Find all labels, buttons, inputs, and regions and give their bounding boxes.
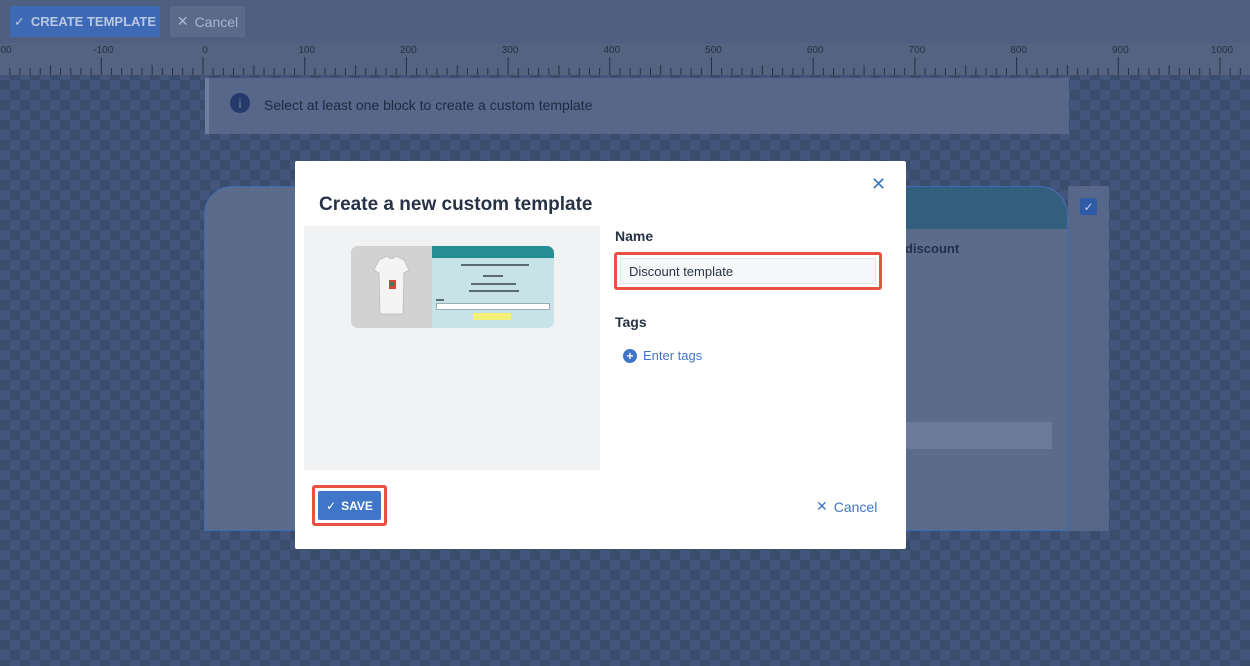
create-template-label: CREATE TEMPLATE — [30, 14, 157, 29]
ruler-label: 400 — [603, 45, 621, 56]
ruler-ticks — [9, 57, 1241, 75]
close-icon: ✕ — [176, 13, 189, 29]
canvas-input-block — [905, 422, 1052, 449]
ruler-label: 300 — [501, 45, 519, 56]
template-preview — [304, 226, 600, 470]
plus-circle-icon: + — [623, 348, 637, 363]
create-template-modal: Create a new custom template ✕ Name Disc… — [295, 161, 906, 549]
create-template-button[interactable]: ✓ CREATE TEMPLATE — [10, 6, 160, 37]
toolbar-cancel-label: Cancel — [194, 13, 239, 30]
ruler-label: 1000 — [1210, 45, 1234, 56]
close-icon[interactable]: ✕ — [871, 174, 886, 195]
close-icon: ✕ — [816, 498, 828, 514]
top-toolbar: ✓ CREATE TEMPLATE ✕ Cancel — [0, 0, 1250, 43]
name-field-highlight — [614, 252, 882, 290]
thumbnail-text-line — [436, 299, 444, 301]
ruler-label: 600 — [806, 45, 824, 56]
enter-tags-label: Enter tags — [643, 348, 703, 363]
save-button-highlight: ✓ SAVE — [312, 485, 387, 526]
save-button[interactable]: ✓ SAVE — [318, 491, 381, 520]
cancel-label: Cancel — [833, 498, 878, 515]
thumbnail-text-line — [461, 264, 529, 266]
thumbnail-button — [473, 313, 511, 320]
thumbnail-image-area — [351, 246, 432, 328]
ruler-label: 500 — [705, 45, 722, 56]
ruler-label: 200 — [400, 45, 417, 56]
ruler-label: 900 — [1111, 45, 1129, 56]
check-icon: ✓ — [13, 13, 25, 29]
template-name-input[interactable] — [620, 258, 876, 284]
canvas-discount-text: discount — [905, 241, 960, 256]
ruler-label: 800 — [1010, 45, 1027, 56]
thumbnail-input — [436, 303, 550, 310]
info-bar-stripe — [205, 78, 209, 134]
thumbnail-text-line — [471, 283, 516, 285]
side-panel — [1068, 186, 1109, 531]
template-thumbnail — [351, 246, 554, 328]
info-message: Select at least one block to create a cu… — [264, 97, 593, 113]
name-label: Name — [615, 228, 654, 244]
thumbnail-text-line — [469, 290, 519, 292]
cancel-button[interactable]: ✕ Cancel — [816, 498, 877, 515]
ruler-label: -200 — [0, 45, 12, 56]
ruler-label: -100 — [93, 45, 114, 56]
ruler-label: 0 — [202, 45, 208, 56]
thumbnail-text-line — [483, 275, 503, 277]
ruler-label: 700 — [908, 45, 926, 56]
check-icon: ✓ — [326, 498, 337, 513]
tshirt-icon — [373, 255, 410, 315]
tags-label: Tags — [615, 314, 647, 330]
info-icon: i — [230, 93, 250, 113]
block-select-checkbox[interactable]: ✓ — [1080, 198, 1097, 215]
horizontal-ruler: -200 -100 0 100 200 300 400 500 600 700 800 900 1000 — [0, 43, 1250, 75]
save-label: SAVE — [341, 498, 373, 513]
toolbar-cancel-button[interactable]: ✕ Cancel — [170, 6, 245, 37]
ruler-label: 100 — [298, 45, 316, 56]
enter-tags-button[interactable]: + Enter tags — [623, 348, 702, 363]
modal-title: Create a new custom template — [319, 194, 593, 215]
thumbnail-header — [432, 246, 554, 258]
